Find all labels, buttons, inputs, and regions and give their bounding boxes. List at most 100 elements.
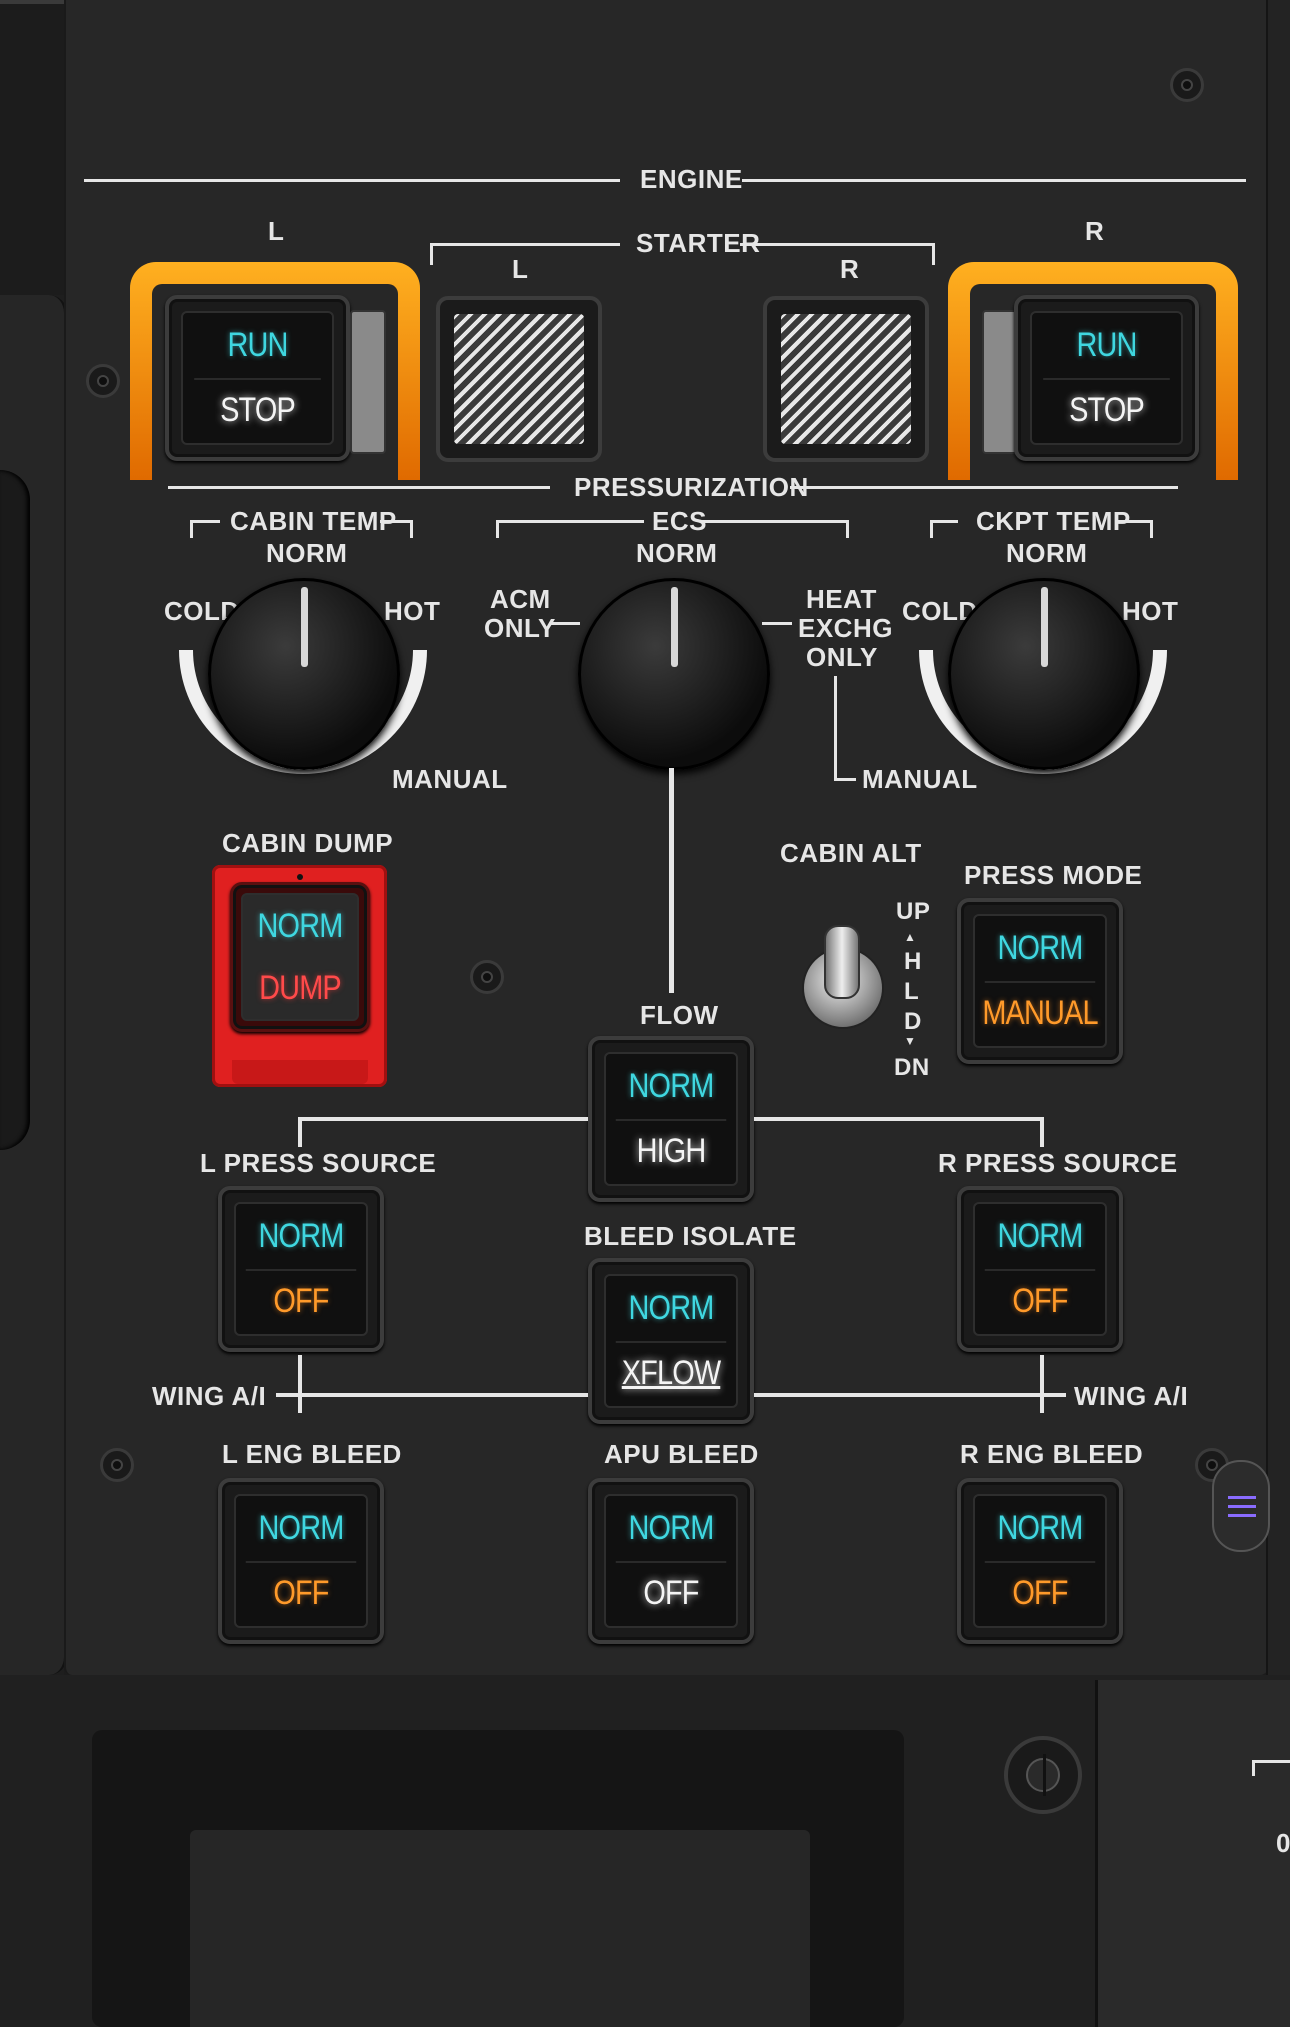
apu-bleed-title: APU BLEED xyxy=(604,1439,759,1469)
starter-bracket-left xyxy=(430,243,433,265)
switch-top-label: RUN xyxy=(1043,313,1170,380)
engine-rule-right xyxy=(742,179,1246,182)
switch-top-label: NORM xyxy=(245,1204,357,1271)
wing-ai-line-left xyxy=(276,1393,588,1397)
engine-title: ENGINE xyxy=(640,164,743,194)
wing-ai-left-vertical xyxy=(298,1355,302,1413)
switch-bottom-label: MANUAL xyxy=(982,994,1098,1032)
ecs-acm-label-2: ONLY xyxy=(484,613,556,643)
ecs-manual-line xyxy=(834,676,837,780)
l-press-source-switch[interactable]: NORM OFF xyxy=(218,1186,384,1352)
left-slot xyxy=(0,470,30,1150)
switch-bottom-label: XFLOW xyxy=(621,1354,721,1392)
cabin-temp-title: CABIN TEMP xyxy=(230,506,397,536)
cabin-alt-toggle[interactable] xyxy=(824,925,860,999)
ecs-acm-tick xyxy=(550,622,580,625)
press-mode-title: PRESS MODE xyxy=(964,860,1143,890)
engine-right-label: R xyxy=(1085,216,1105,246)
switch-bottom-label: OFF xyxy=(643,1574,699,1612)
starter-right-button[interactable] xyxy=(763,296,929,462)
lower-recess-inner xyxy=(190,1830,810,2027)
switch-bottom-label: STOP xyxy=(220,391,296,429)
cabin-dump-switch[interactable]: NORM DUMP xyxy=(230,882,370,1032)
ecs-acm-label-1: ACM xyxy=(490,584,551,614)
engine-right-hinge xyxy=(982,310,1018,454)
switch-top-label: NORM xyxy=(251,895,349,959)
menu-icon xyxy=(1228,1514,1256,1517)
ecs-heat-label-3: ONLY xyxy=(806,642,878,672)
ckpt-temp-bracket-r xyxy=(1150,520,1153,538)
ecs-knob[interactable] xyxy=(578,578,770,770)
switch-bottom-label: HIGH xyxy=(636,1132,707,1170)
switch-bottom-label: OFF xyxy=(273,1574,329,1612)
ecs-heat-label-1: HEAT xyxy=(806,584,877,614)
pressurization-title: PRESSURIZATION xyxy=(574,472,809,502)
press-mode-switch[interactable]: NORM MANUAL xyxy=(957,898,1123,1064)
bleed-isolate-switch[interactable]: NORM XFLOW xyxy=(588,1258,754,1424)
cabin-temp-bracket-r xyxy=(410,520,413,538)
r-eng-bleed-switch[interactable]: NORM OFF xyxy=(957,1478,1123,1644)
screw-icon xyxy=(470,960,504,994)
ecs-norm: NORM xyxy=(636,538,718,568)
flow-switch[interactable]: NORM HIGH xyxy=(588,1036,754,1202)
cabin-alt-up: UP xyxy=(896,898,931,925)
fastener-icon xyxy=(1004,1736,1082,1814)
pressurization-rule-right xyxy=(790,486,1178,489)
switch-bottom-label: OFF xyxy=(273,1282,329,1320)
ckpt-temp-norm: NORM xyxy=(1006,538,1088,568)
starter-left-button[interactable] xyxy=(436,296,602,462)
switch-bottom-label: DUMP xyxy=(259,968,342,1007)
l-eng-bleed-title: L ENG BLEED xyxy=(222,1439,402,1469)
cabin-alt-dn: DN xyxy=(894,1054,930,1081)
switch-top-label: NORM xyxy=(984,1204,1096,1271)
starter-left-label: L xyxy=(512,254,529,284)
cabin-temp-bracket-lh xyxy=(190,520,220,523)
cabin-alt-hld-d: D xyxy=(904,1008,922,1035)
flow-line-right xyxy=(754,1117,1044,1121)
engine-left-label: L xyxy=(268,216,285,246)
screw-icon xyxy=(1170,68,1204,102)
switch-bottom-label: OFF xyxy=(1012,1574,1068,1612)
flow-title: FLOW xyxy=(640,1000,719,1030)
r-press-source-switch[interactable]: NORM OFF xyxy=(957,1186,1123,1352)
switch-bottom-label: OFF xyxy=(1012,1282,1068,1320)
starter-rule-left xyxy=(430,243,620,246)
menu-icon xyxy=(1228,1496,1256,1499)
r-press-source-title: R PRESS SOURCE xyxy=(938,1148,1178,1178)
cabin-alt-hld-h: H xyxy=(904,948,922,975)
ecs-flow-line xyxy=(669,768,674,993)
menu-icon xyxy=(1228,1505,1256,1508)
lower-right-bracket xyxy=(1252,1760,1255,1776)
ecs-bracket-r xyxy=(846,520,849,538)
wing-ai-right-vertical xyxy=(1040,1355,1044,1413)
ckpt-temp-knob[interactable] xyxy=(948,578,1140,770)
l-eng-bleed-switch[interactable]: NORM OFF xyxy=(218,1478,384,1644)
switch-top-label: NORM xyxy=(615,1054,727,1121)
cabin-temp-knob[interactable] xyxy=(208,578,400,770)
cabin-dump-dot xyxy=(297,874,303,880)
ecs-manual-tick xyxy=(834,778,856,781)
starter-rule-right xyxy=(740,243,934,246)
switch-top-label: NORM xyxy=(615,1276,727,1343)
right-adjacent-panel xyxy=(1266,0,1290,1675)
ckpt-temp-bracket-lh xyxy=(930,520,958,523)
engine-left-hinge xyxy=(350,310,386,454)
ecs-title: ECS xyxy=(652,506,707,536)
engine-rule-left xyxy=(84,179,620,182)
wing-ai-line-right xyxy=(754,1393,1066,1397)
switch-top-label: NORM xyxy=(984,1496,1096,1563)
ecs-bracket-rh xyxy=(700,520,848,523)
cabin-alt-title: CABIN ALT xyxy=(780,838,922,868)
wing-ai-right-label: WING A/I xyxy=(1074,1381,1189,1411)
starter-right-label: R xyxy=(840,254,860,284)
ckpt-temp-bracket-rh xyxy=(1118,520,1152,523)
apu-bleed-switch[interactable]: NORM OFF xyxy=(588,1478,754,1644)
side-menu-tab[interactable] xyxy=(1212,1460,1270,1552)
cabin-alt-hld-l: L xyxy=(904,978,920,1005)
wing-ai-left-label: WING A/I xyxy=(152,1381,267,1411)
engine-right-run-stop-switch[interactable]: RUN STOP xyxy=(1014,295,1199,461)
engine-left-run-stop-switch[interactable]: RUN STOP xyxy=(165,295,350,461)
switch-bottom-label: STOP xyxy=(1069,391,1145,429)
pressurization-rule-left xyxy=(168,486,550,489)
lower-right-rule xyxy=(1252,1760,1290,1763)
